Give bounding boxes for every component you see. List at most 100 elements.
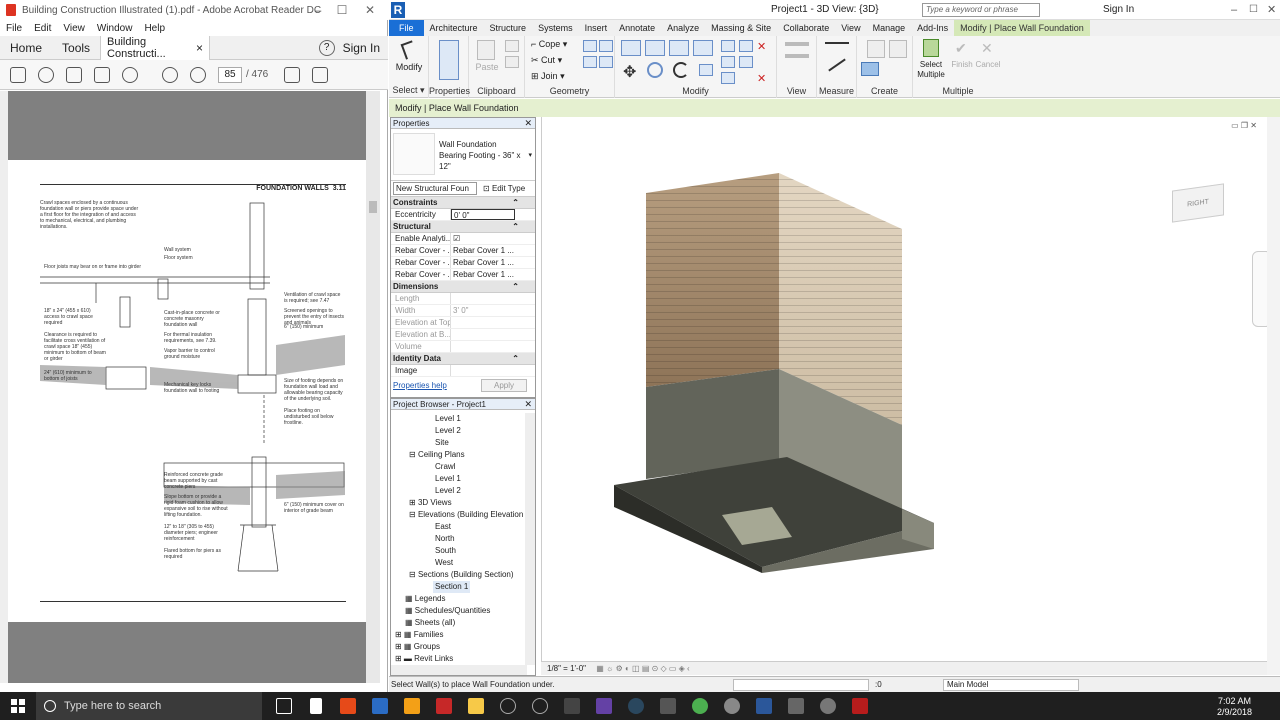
app-icon[interactable] bbox=[784, 692, 808, 720]
view-tool-icon[interactable] bbox=[785, 54, 809, 58]
app-icon[interactable] bbox=[528, 692, 552, 720]
tree-item[interactable]: ⊞ ▦ Groups bbox=[395, 641, 440, 653]
print-icon[interactable] bbox=[66, 66, 82, 83]
email-icon[interactable] bbox=[94, 66, 110, 83]
unpin-icon[interactable] bbox=[739, 56, 753, 68]
tree-item[interactable]: ⊞ ▦ Families bbox=[395, 629, 444, 641]
view-scrollbar[interactable] bbox=[1267, 117, 1280, 675]
tree-item[interactable]: Level 1 bbox=[435, 413, 461, 425]
tree-item[interactable]: Level 2 bbox=[435, 485, 461, 497]
tree-item[interactable]: ▦ Schedules/Quantities bbox=[405, 605, 490, 617]
upload-icon[interactable] bbox=[38, 66, 54, 83]
property-row[interactable]: Rebar Cover - ... Rebar Cover 1 ... bbox=[391, 245, 535, 257]
close-icon[interactable]: ✕ bbox=[524, 118, 532, 129]
help-icon[interactable]: ? bbox=[318, 39, 335, 56]
tab-analyze[interactable]: Analyze bbox=[661, 20, 705, 36]
pdf-scrollbar[interactable] bbox=[366, 91, 380, 683]
collapse-icon[interactable]: ⌃ bbox=[512, 353, 519, 365]
tree-item[interactable]: ⊟ Elevations (Building Elevation bbox=[409, 509, 523, 521]
property-value[interactable]: 0' 0" bbox=[451, 209, 515, 220]
page-down-icon[interactable] bbox=[190, 66, 206, 83]
create-tool-icon[interactable] bbox=[889, 40, 907, 58]
menu-view[interactable]: View bbox=[57, 23, 91, 34]
property-group[interactable]: Constraints ⌃ bbox=[391, 197, 535, 209]
tree-item[interactable]: South bbox=[435, 545, 456, 557]
pen-icon[interactable] bbox=[312, 66, 329, 83]
menu-help[interactable]: Help bbox=[138, 23, 171, 34]
close-icon[interactable]: ✕ bbox=[356, 0, 384, 20]
copy-clipboard-icon[interactable] bbox=[505, 56, 519, 68]
comment-icon[interactable] bbox=[284, 66, 301, 83]
word-icon[interactable] bbox=[752, 692, 776, 720]
chrome-icon[interactable] bbox=[688, 692, 712, 720]
property-row[interactable]: Image bbox=[391, 365, 535, 377]
maximize-icon[interactable]: ☐ bbox=[1249, 4, 1258, 15]
scale-icon[interactable] bbox=[721, 72, 735, 84]
geometry-tool-icon[interactable] bbox=[599, 40, 613, 52]
close-icon[interactable]: ✕ bbox=[1267, 3, 1276, 16]
property-value[interactable] bbox=[451, 341, 535, 352]
trim-icon[interactable] bbox=[699, 64, 713, 76]
property-value[interactable]: Rebar Cover 1 ... bbox=[451, 245, 535, 256]
property-row[interactable]: Width 3' 0" bbox=[391, 305, 535, 317]
pin-icon[interactable] bbox=[739, 40, 753, 52]
tree-item[interactable]: ▦ Legends bbox=[405, 593, 445, 605]
app-icon[interactable] bbox=[720, 692, 744, 720]
search-input[interactable]: Type a keyword or phrase bbox=[922, 3, 1040, 17]
office-icon[interactable] bbox=[336, 692, 360, 720]
property-row[interactable]: Elevation at Top bbox=[391, 317, 535, 329]
revit-icon[interactable] bbox=[368, 692, 392, 720]
modify-button[interactable]: Modify bbox=[389, 62, 429, 72]
tab-tools[interactable]: Tools bbox=[52, 36, 100, 60]
maximize-icon[interactable]: ☐ bbox=[328, 0, 356, 20]
collapse-icon[interactable]: ⌃ bbox=[512, 281, 519, 293]
minimize-icon[interactable]: – bbox=[1231, 4, 1237, 16]
paste-button[interactable]: Paste bbox=[473, 62, 501, 72]
chevron-down-icon[interactable]: ▾ bbox=[528, 151, 532, 159]
align-icon[interactable] bbox=[621, 40, 641, 56]
tree-item[interactable]: North bbox=[435, 533, 455, 545]
property-row[interactable]: Eccentricity 0' 0" bbox=[391, 209, 535, 221]
app-icon[interactable] bbox=[656, 692, 680, 720]
copy-icon[interactable] bbox=[647, 62, 663, 78]
design-option-field[interactable]: Main Model bbox=[943, 679, 1079, 691]
instance-dropdown[interactable]: New Structural Foun bbox=[393, 182, 477, 195]
tab-collaborate[interactable]: Collaborate bbox=[777, 20, 835, 36]
tab-document[interactable]: Building Constructi... × bbox=[100, 35, 211, 60]
tree-item[interactable]: ⊟ Sections (Building Section) bbox=[409, 569, 514, 581]
property-value[interactable]: ☑ bbox=[451, 233, 535, 244]
tab-annotate[interactable]: Annotate bbox=[613, 20, 661, 36]
dimension-icon[interactable] bbox=[828, 58, 846, 72]
view-3d[interactable]: ▭ ❐ ✕ RIGHT bbox=[541, 117, 1272, 675]
property-row[interactable]: Volume bbox=[391, 341, 535, 353]
tree-item[interactable]: Site bbox=[435, 437, 449, 449]
geometry-tool-icon[interactable] bbox=[583, 56, 597, 68]
delete-icon[interactable]: ✕ bbox=[757, 40, 766, 53]
acrobat-sign-in[interactable]: Sign In bbox=[335, 41, 388, 55]
menu-window[interactable]: Window bbox=[91, 23, 139, 34]
tree-item[interactable]: ⊟ Ceiling Plans bbox=[409, 449, 465, 461]
property-value[interactable]: Rebar Cover 1 ... bbox=[451, 269, 535, 280]
view-control-icons[interactable]: ▦ ☼ ⚙ ◐ ◫ ▤ ⊙ ◇ ▭ ◈ ‹ bbox=[596, 664, 689, 673]
property-row[interactable]: Enable Analyti... ☑ bbox=[391, 233, 535, 245]
app-icon[interactable] bbox=[560, 692, 584, 720]
taskbar-search[interactable]: Type here to search bbox=[36, 692, 262, 720]
tab-massing-site[interactable]: Massing & Site bbox=[705, 20, 777, 36]
measure-icon[interactable] bbox=[825, 42, 849, 52]
page-up-icon[interactable] bbox=[162, 66, 178, 83]
mirror-draw-icon[interactable] bbox=[693, 40, 713, 56]
tab-structure[interactable]: Structure bbox=[484, 20, 533, 36]
browser-scrollbar[interactable] bbox=[525, 413, 535, 665]
collapse-icon[interactable]: ⌃ bbox=[512, 197, 519, 209]
cut-button[interactable]: ✂ Cut ▾ bbox=[531, 55, 562, 66]
cancel-button[interactable]: Cancel bbox=[973, 60, 1003, 69]
property-group[interactable]: Dimensions ⌃ bbox=[391, 281, 535, 293]
finish-button[interactable]: Finish bbox=[949, 60, 975, 69]
offset-icon[interactable] bbox=[645, 40, 665, 56]
property-value[interactable] bbox=[451, 293, 535, 304]
cut-clipboard-icon[interactable] bbox=[505, 40, 519, 52]
app-icon[interactable] bbox=[816, 692, 840, 720]
browser-hscrollbar[interactable] bbox=[391, 665, 527, 675]
properties-help-link[interactable]: Properties help bbox=[393, 381, 447, 390]
property-value[interactable] bbox=[451, 317, 535, 328]
